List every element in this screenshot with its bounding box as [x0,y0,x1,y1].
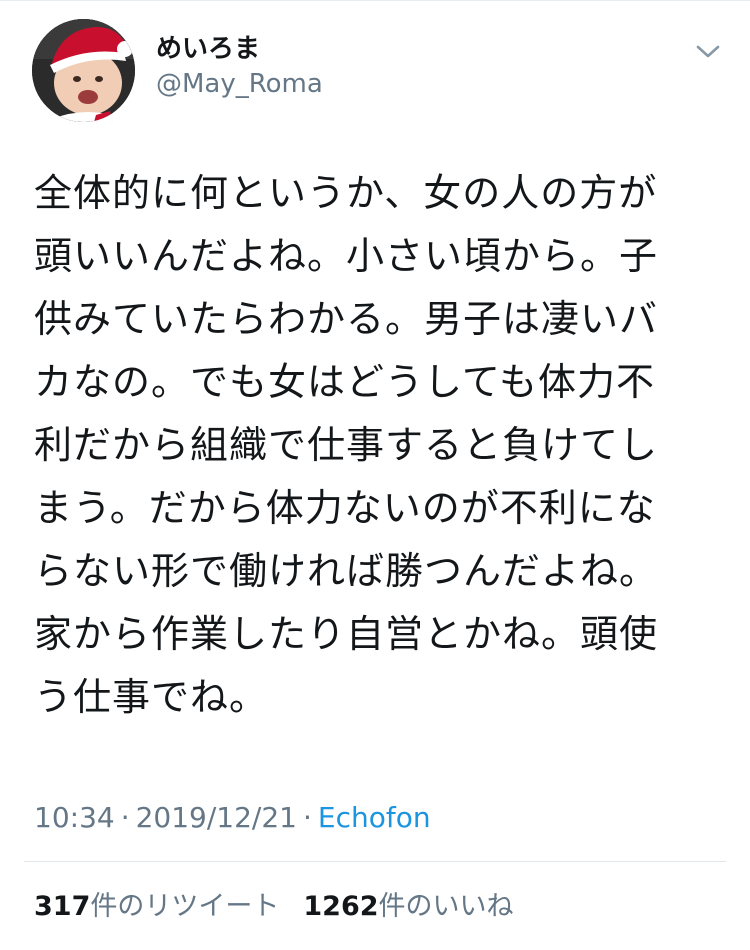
tweet-line: う仕事でね。 [34,675,269,719]
tweet-line: 頭いいんだよね。小さい頃から。子 [34,234,659,278]
top-divider [0,0,750,1]
retweet-label: 件のリツイート [90,891,280,922]
tweet-line: 利だから組織で仕事すると負けてし [34,423,659,467]
tweet-line: 全体的に何というか、女の人の方が [34,171,658,215]
tweet-line: 家から作業したり自営とかね。頭使 [34,612,659,656]
tweet-text: 全体的に何というか、女の人の方が 頭いいんだよね。小さい頃から。子 供みていたらわか… [34,162,724,729]
tweet-source-link[interactable]: Echofon [318,801,431,834]
baby-santa-hat-avatar-icon [32,19,135,122]
tweet-time[interactable]: 10:34 [34,801,115,834]
tweet-date[interactable]: 2019/12/21 [136,801,297,834]
tweet-line: カなの。でも女はどうしても体力不 [34,360,655,404]
display-name[interactable]: めいろま [156,32,260,66]
like-count-link[interactable]: 1262件のいいね [303,889,513,925]
tweet-line: まう。だから体力ないのが不利にな [34,486,656,530]
tweet-line: 供みていたらわかる。男子は凄いバ [34,297,659,341]
tweet-meta: 10:34 · 2019/12/21 · Echofon [34,800,431,836]
like-count: 1262 [303,891,379,922]
retweet-count-link[interactable]: 317件のリツイート [34,889,279,925]
tweet-stats: 317件のリツイート 1262件のいいね [34,889,514,925]
like-label: 件のいいね [378,891,514,922]
tweet-line: らない形で働ければ勝つんだよね。 [34,549,659,593]
stats-divider [24,861,726,862]
chevron-down-icon [696,45,720,58]
meta-separator: · [303,801,312,834]
username[interactable]: @May_Roma [156,67,323,101]
avatar[interactable] [32,19,135,122]
meta-separator: · [120,801,130,834]
tweet-menu-button[interactable] [690,36,726,68]
retweet-count: 317 [34,891,91,922]
